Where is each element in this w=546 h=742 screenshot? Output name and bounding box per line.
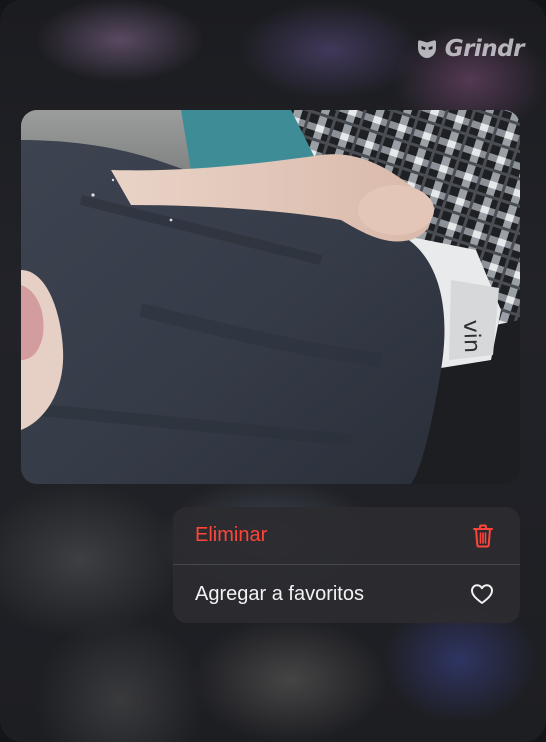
trash-icon (472, 524, 494, 548)
grindr-mask-icon (417, 40, 436, 58)
photo-text: vin (458, 319, 484, 353)
delete-label: Eliminar (195, 524, 268, 546)
heart-icon (470, 583, 494, 605)
brand-name: Grindr (444, 36, 525, 62)
photo-preview[interactable]: vin (21, 110, 520, 484)
add-to-favorites-label: Agregar a favoritos (195, 582, 364, 605)
add-to-favorites-button[interactable]: Agregar a favoritos (173, 564, 520, 623)
screen: Grindr vin Eliminar Agregar a favoritos (0, 0, 546, 742)
context-menu: Eliminar Agregar a favoritos (173, 507, 520, 623)
photo-image: vin (21, 110, 520, 484)
brand-logo: Grindr (415, 36, 525, 62)
delete-button[interactable]: Eliminar (173, 507, 520, 564)
